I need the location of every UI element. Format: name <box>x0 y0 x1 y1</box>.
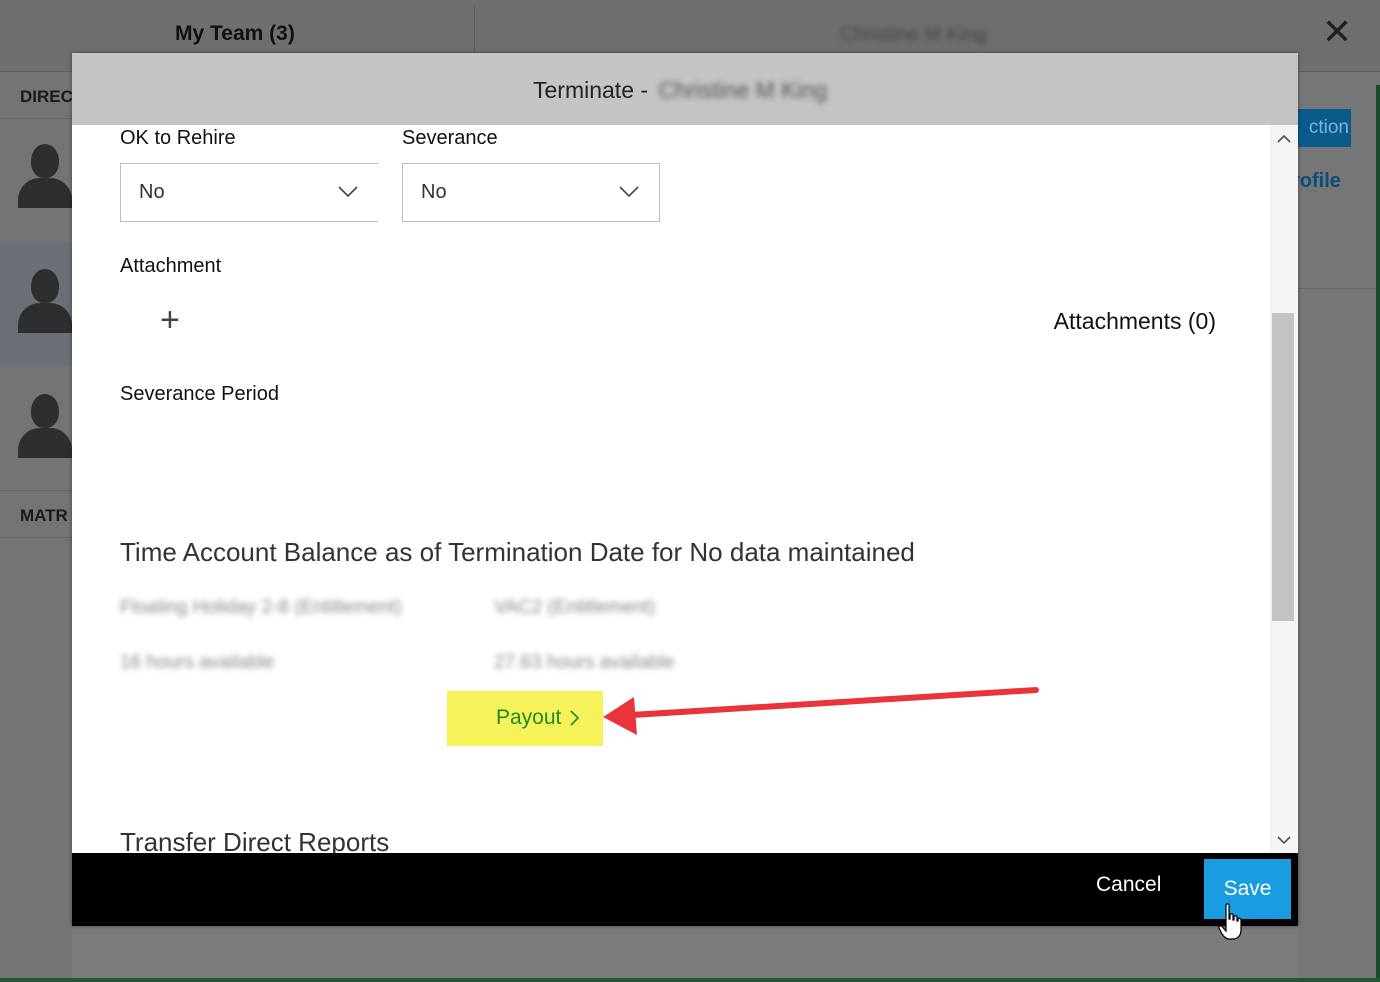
dialog-content: OK to Rehire No Severance No Attachment … <box>72 125 1270 853</box>
dialog-title-prefix: Terminate - <box>533 77 649 103</box>
add-attachment-icon[interactable]: + <box>160 303 180 337</box>
ok-to-rehire-label: OK to Rehire <box>120 127 236 149</box>
time-account-balance: 16 hours available <box>120 652 275 673</box>
take-action-button[interactable]: ction <box>1298 109 1351 147</box>
terminate-dialog: Terminate - Christine M King OK to Rehir… <box>72 53 1298 926</box>
attachment-label: Attachment <box>120 255 222 277</box>
cancel-button[interactable]: Cancel <box>1096 873 1161 897</box>
time-account-balance: 27.63 hours available <box>494 652 675 673</box>
payout-label: Payout <box>496 706 562 729</box>
matrix-reports-section-label: MATR <box>20 506 68 525</box>
close-icon[interactable]: ✕ <box>1322 14 1352 50</box>
chevron-down-icon <box>619 186 639 198</box>
annotation-arrow-icon <box>603 687 1039 735</box>
divider <box>1298 288 1380 289</box>
window-bottom-edge <box>0 978 1380 982</box>
severance-value: No <box>421 181 447 203</box>
payout-button[interactable]: Payout <box>447 691 603 746</box>
attachments-count[interactable]: Attachments (0) <box>1054 308 1216 335</box>
scrollbar-thumb[interactable] <box>1272 313 1294 621</box>
avatar[interactable] <box>18 390 72 462</box>
divider <box>0 490 72 491</box>
transfer-direct-reports-heading: Transfer Direct Reports <box>120 827 390 853</box>
hand-pointer-icon <box>1218 903 1242 940</box>
severance-period-label: Severance Period <box>120 383 279 405</box>
chevron-up-icon[interactable] <box>1277 134 1291 144</box>
time-account-name: VAC2 (Entitlement) <box>494 597 656 618</box>
dialog-title: Terminate - Christine M King <box>533 77 827 104</box>
employee-name-blurred: Christine M King <box>840 24 987 46</box>
severance-label: Severance <box>402 127 498 149</box>
avatar[interactable] <box>18 140 72 212</box>
ok-to-rehire-value: No <box>139 181 165 203</box>
direct-reports-section-label: DIREC <box>20 87 73 106</box>
ok-to-rehire-select[interactable]: No <box>120 163 378 222</box>
profile-panel <box>1298 72 1380 982</box>
avatar[interactable] <box>18 265 72 337</box>
time-account-balance-heading: Time Account Balance as of Termination D… <box>120 537 915 567</box>
severance-select[interactable]: No <box>402 163 660 222</box>
view-profile-link[interactable]: rofile <box>1292 170 1341 193</box>
dialog-footer: Cancel Save <box>72 853 1298 926</box>
dialog-header: Terminate - Christine M King <box>72 53 1298 125</box>
divider <box>0 118 72 119</box>
window-edge <box>1376 85 1380 982</box>
dialog-scrollbar[interactable] <box>1270 125 1298 853</box>
chevron-down-icon <box>338 186 358 198</box>
dialog-title-employee-name: Christine M King <box>658 77 828 103</box>
time-account-name: Floating Holiday 2-8 (Entitlement) <box>120 597 402 618</box>
chevron-down-icon[interactable] <box>1277 835 1291 845</box>
divider <box>0 537 72 538</box>
chevron-right-icon <box>570 710 579 726</box>
my-team-title: My Team (3) <box>175 22 295 45</box>
